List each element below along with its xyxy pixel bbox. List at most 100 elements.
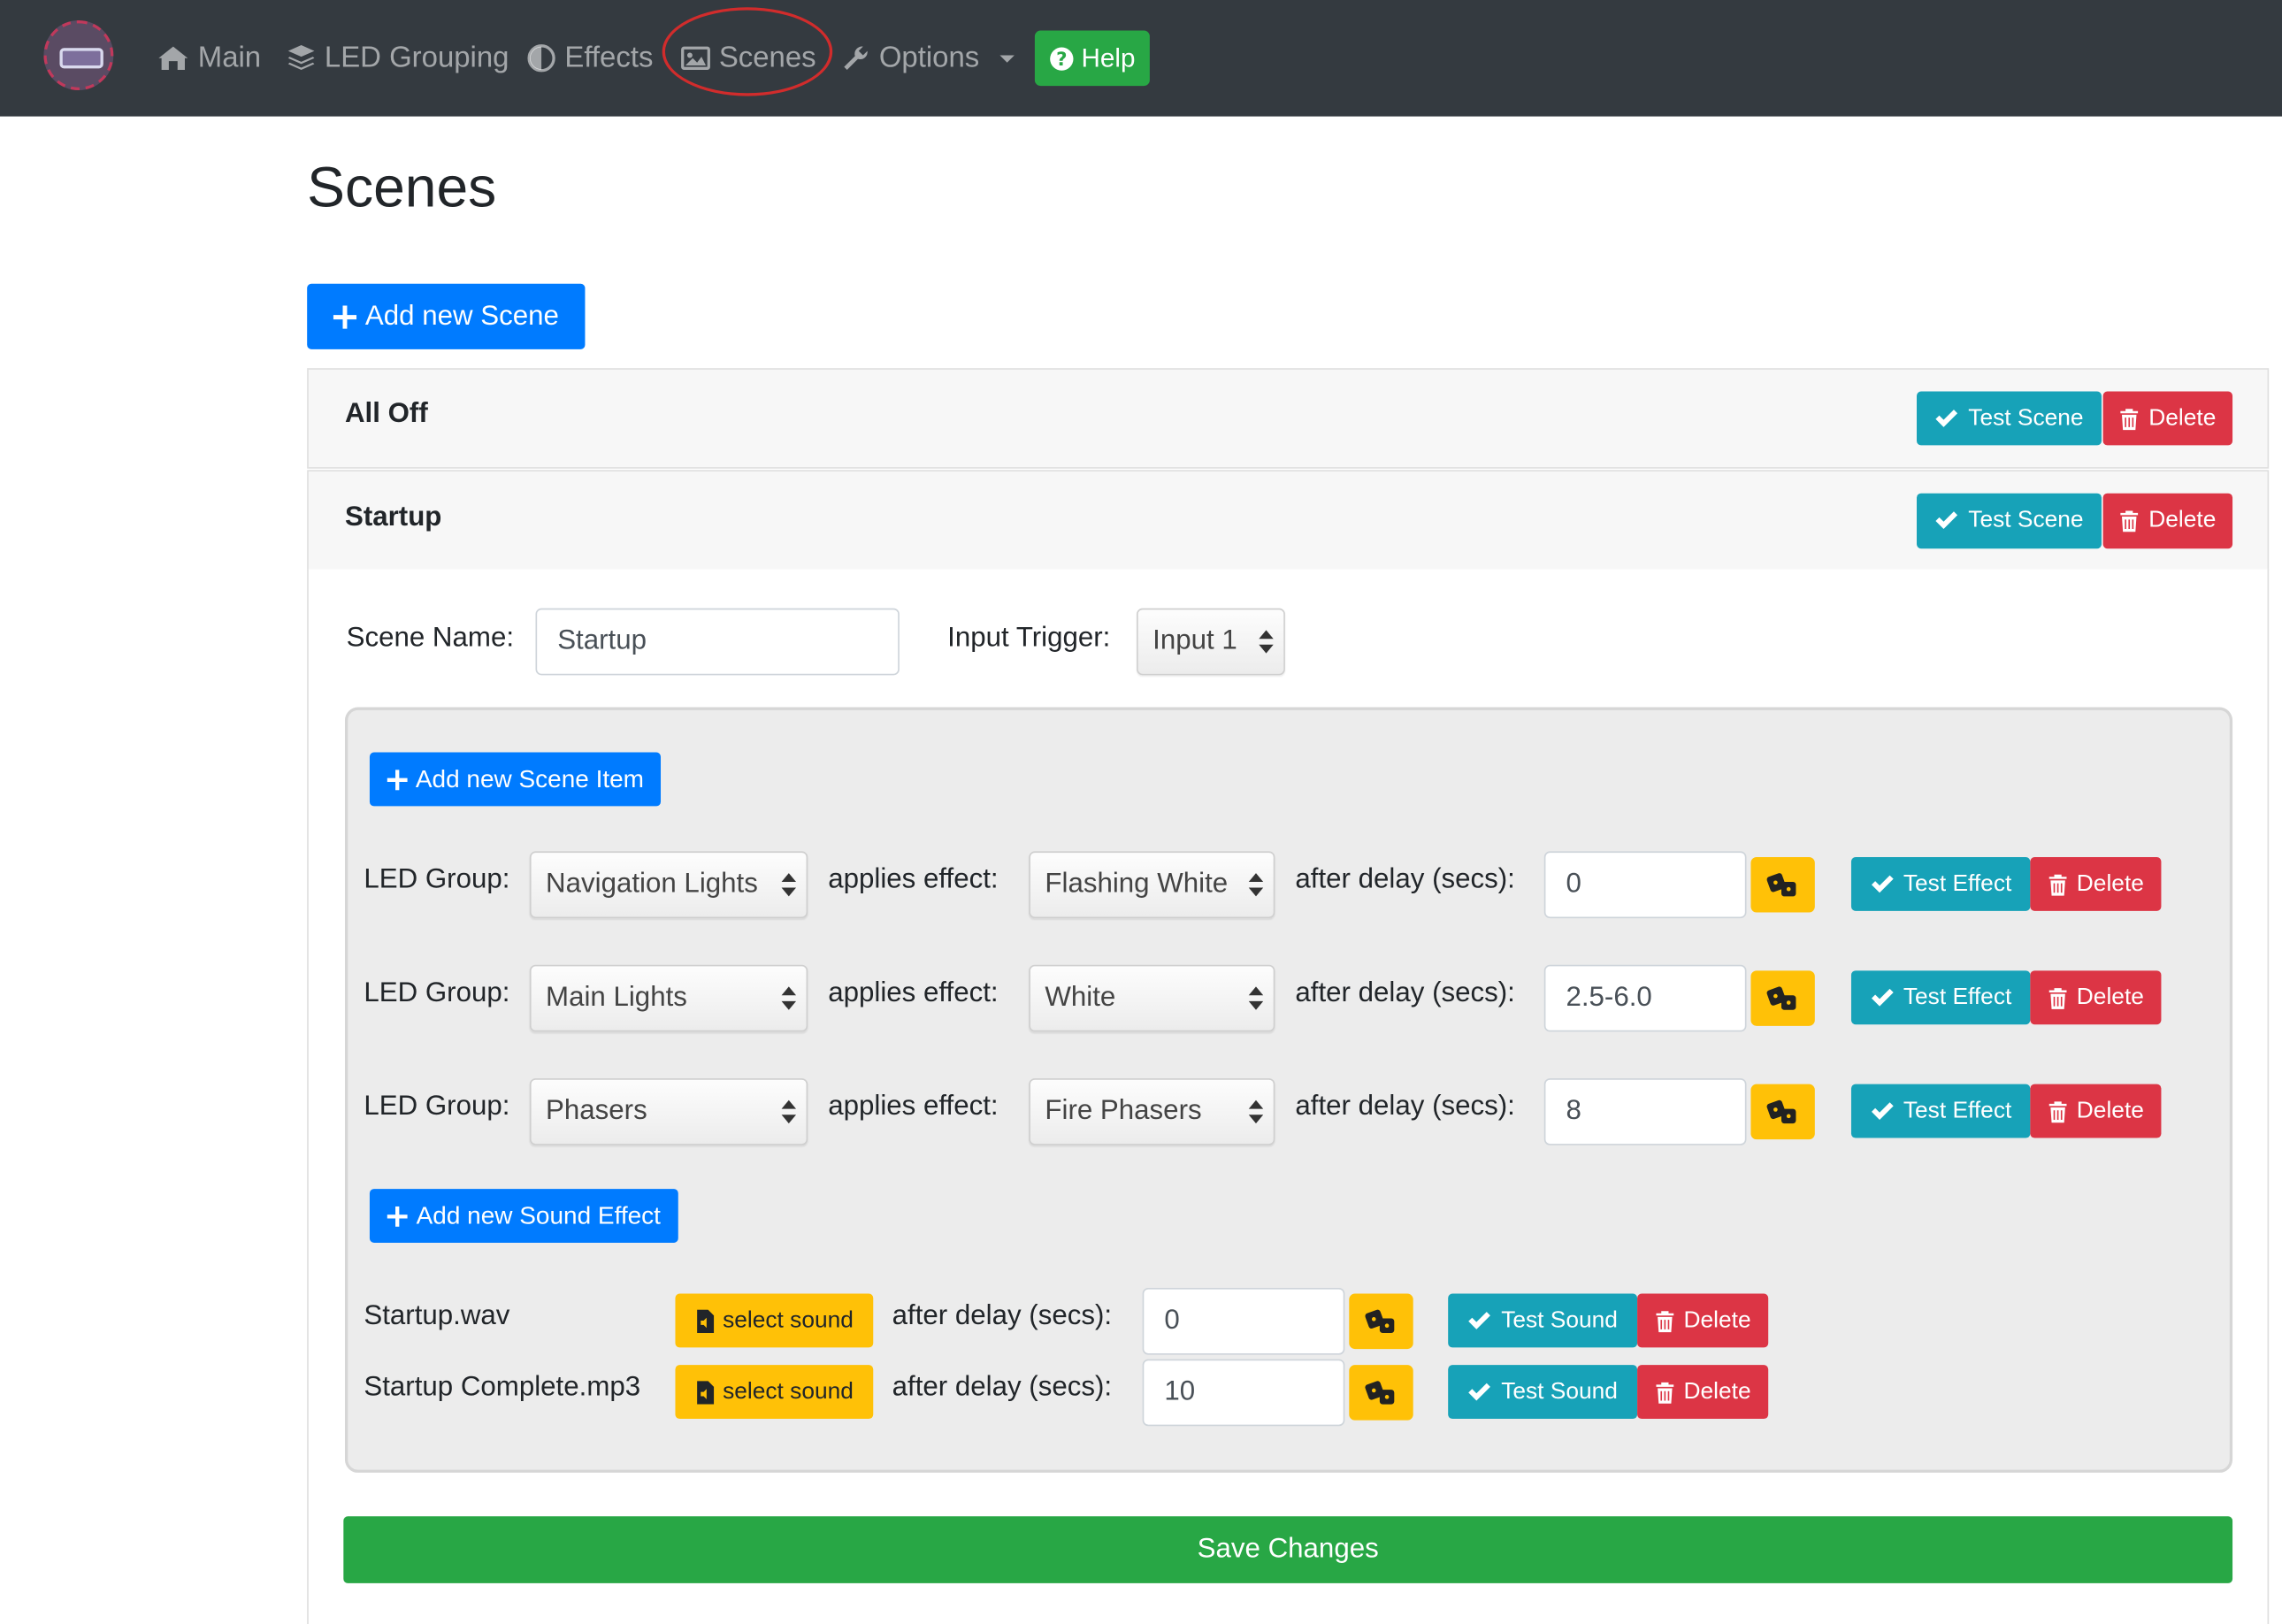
after-delay-label: after delay (secs):: [1295, 1091, 1515, 1122]
check-icon: [1468, 1382, 1491, 1400]
trash-icon: [1656, 1382, 1674, 1403]
applies-effect-label: applies effect:: [828, 864, 999, 895]
delete-scene-button[interactable]: Delete: [2102, 391, 2233, 446]
select-arrows-icon: [1248, 871, 1264, 898]
led-group-value: Main Lights: [546, 982, 687, 1014]
select-sound-button[interactable]: select sound: [675, 1365, 874, 1420]
led-group-label: LED Group:: [364, 1091, 510, 1122]
trash-icon: [2048, 873, 2067, 895]
random-delay-button[interactable]: [1750, 856, 1815, 913]
nav-main-label: Main: [197, 41, 262, 74]
test-sound-button[interactable]: Test Sound: [1448, 1293, 1638, 1348]
dice-icon: [1766, 873, 1796, 897]
delete-item-label: Delete: [2076, 870, 2144, 896]
random-delay-button[interactable]: [1750, 1084, 1815, 1140]
help-button[interactable]: ? Help: [1034, 30, 1150, 87]
select-sound-button[interactable]: select sound: [675, 1293, 874, 1348]
check-icon: [1936, 511, 1958, 530]
select-arrows-icon: [781, 871, 797, 898]
random-delay-button[interactable]: [1349, 1365, 1413, 1421]
svg-text:?: ?: [1056, 48, 1067, 70]
plus-icon: [386, 769, 407, 790]
sound-delay-input[interactable]: 0: [1142, 1287, 1345, 1355]
logo[interactable]: [43, 20, 114, 90]
check-icon: [1468, 1311, 1491, 1329]
select-arrows-icon: [1248, 1099, 1264, 1125]
sound-delay-input[interactable]: 10: [1142, 1359, 1345, 1427]
led-group-select[interactable]: Phasers: [529, 1078, 808, 1145]
delete-item-label: Delete: [2076, 1098, 2144, 1123]
delay-value: 2.5-6.0: [1566, 982, 1652, 1014]
add-new-scene-item-button[interactable]: Add new Scene Item: [369, 752, 662, 807]
random-delay-button[interactable]: [1750, 970, 1815, 1026]
random-delay-button[interactable]: [1349, 1293, 1413, 1350]
led-group-select[interactable]: Navigation Lights: [529, 851, 808, 919]
delete-item-button[interactable]: Delete: [2030, 1084, 2162, 1138]
test-effect-label: Test Effect: [1903, 870, 2012, 896]
test-effect-button[interactable]: Test Effect: [1850, 970, 2031, 1025]
plus-icon: [387, 1206, 408, 1227]
test-effect-button[interactable]: Test Effect: [1850, 1084, 2031, 1138]
save-changes-button[interactable]: Save Changes: [343, 1516, 2233, 1583]
delay-input[interactable]: 0: [1543, 851, 1747, 919]
add-new-scene-button[interactable]: Add new Scene: [307, 283, 586, 349]
delete-scene-label: Delete: [2148, 405, 2217, 431]
effect-select[interactable]: Flashing White: [1029, 851, 1275, 919]
input-trigger-select[interactable]: Input 1: [1137, 608, 1285, 676]
dice-icon: [1766, 986, 1796, 1010]
delete-sound-button[interactable]: Delete: [1637, 1293, 1769, 1348]
nav-scenes-label: Scenes: [718, 41, 816, 74]
delay-input[interactable]: 8: [1543, 1078, 1747, 1145]
home-icon: [158, 46, 188, 70]
check-icon: [1871, 988, 1894, 1006]
select-arrows-icon: [781, 1099, 797, 1125]
scene-name-value: Startup: [557, 625, 647, 656]
dice-icon: [1365, 1381, 1395, 1405]
scene-title: All Off: [344, 398, 428, 430]
scene-name-input[interactable]: Startup: [535, 608, 900, 676]
nav-led-grouping[interactable]: LED Grouping: [287, 0, 509, 117]
test-scene-label: Test Scene: [1968, 508, 2084, 533]
navbar: Main LED Grouping Effects Scenes Options…: [0, 0, 2282, 117]
trash-icon: [2048, 1100, 2067, 1122]
led-group-value: Navigation Lights: [546, 869, 758, 900]
delete-item-button[interactable]: Delete: [2030, 856, 2162, 911]
delete-scene-button[interactable]: Delete: [2102, 493, 2233, 549]
delete-sound-button[interactable]: Delete: [1637, 1365, 1769, 1420]
effect-value: Flashing White: [1045, 869, 1229, 900]
after-delay-label: after delay (secs):: [892, 1300, 1113, 1332]
nav-main[interactable]: Main: [157, 0, 261, 117]
check-icon: [1871, 874, 1894, 892]
test-effect-label: Test Effect: [1903, 1098, 2012, 1123]
sound-delay-value: 10: [1164, 1376, 1196, 1407]
trash-icon: [2120, 510, 2139, 532]
test-scene-button[interactable]: Test Scene: [1917, 493, 2102, 549]
save-changes-label: Save Changes: [1197, 1533, 1379, 1565]
select-arrows-icon: [1248, 985, 1264, 1012]
delay-input[interactable]: 2.5-6.0: [1543, 964, 1747, 1032]
effect-select[interactable]: White: [1029, 964, 1275, 1032]
scene-name-label: Scene Name:: [346, 623, 515, 654]
adjust-icon: [527, 44, 555, 73]
nav-options-dropdown[interactable]: Options: [841, 0, 1015, 117]
nav-effects[interactable]: Effects: [527, 0, 654, 117]
audio-file-icon: [696, 1308, 714, 1333]
led-group-label: LED Group:: [364, 977, 510, 1009]
effect-select[interactable]: Fire Phasers: [1029, 1078, 1275, 1145]
test-effect-button[interactable]: Test Effect: [1850, 856, 2031, 911]
sound-file-name: Startup.wav: [364, 1300, 510, 1332]
after-delay-label: after delay (secs):: [1295, 864, 1515, 895]
select-sound-label: select sound: [723, 1307, 854, 1333]
test-sound-button[interactable]: Test Sound: [1448, 1365, 1638, 1420]
add-new-sound-effect-button[interactable]: Add new Sound Effect: [369, 1189, 678, 1243]
delete-item-button[interactable]: Delete: [2030, 970, 2162, 1025]
effect-value: Fire Phasers: [1045, 1095, 1202, 1127]
nav-scenes[interactable]: Scenes: [681, 0, 816, 117]
trash-icon: [2120, 408, 2139, 430]
nav-effects-label: Effects: [564, 41, 654, 74]
layers-icon: [287, 44, 315, 70]
led-group-select[interactable]: Main Lights: [529, 964, 808, 1032]
test-scene-button[interactable]: Test Scene: [1917, 391, 2102, 446]
test-scene-label: Test Scene: [1968, 405, 2084, 431]
select-arrows-icon: [781, 985, 797, 1012]
